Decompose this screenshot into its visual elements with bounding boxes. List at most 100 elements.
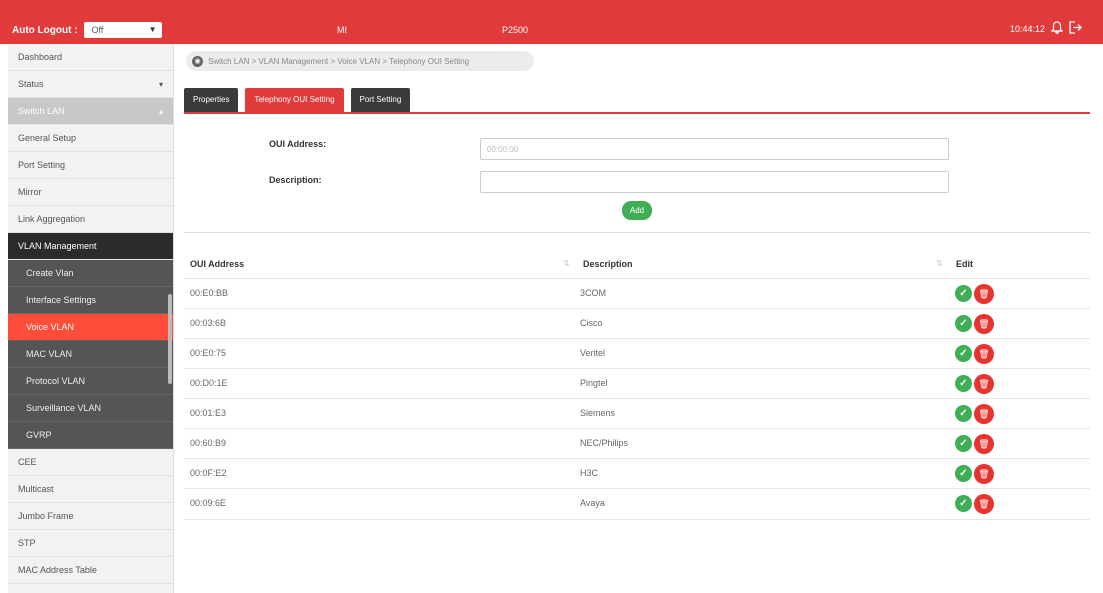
edit-icon[interactable]: ✓	[955, 375, 972, 392]
top-bar: Auto Logout : Off ▼ MI P2500 10:44:12	[0, 0, 1103, 44]
chevron-up-icon: ▴	[158, 107, 163, 116]
table-row: 00:D0:1E Pingtel ✓ 🗑	[184, 368, 1090, 398]
breadcrumb-text: Switch LAN > VLAN Management > Voice VLA…	[208, 56, 470, 66]
column-header-edit: Edit	[956, 259, 973, 269]
sidebar-item-protocol-vlan[interactable]: Protocol VLAN	[8, 368, 173, 395]
column-header-oui-address[interactable]: OUI Address	[190, 259, 244, 269]
logout-icon[interactable]	[1069, 21, 1083, 36]
table-row: 00:09:6E Avaya ✓ 🗑	[184, 488, 1090, 518]
description-input[interactable]	[480, 171, 949, 193]
sidebar-item-surveillance-vlan[interactable]: Surveillance VLAN	[8, 395, 173, 422]
table-row: 00:E0:75 Veritel ✓ 🗑	[184, 338, 1090, 368]
delete-icon[interactable]: 🗑	[974, 314, 994, 334]
sidebar-item-label: Surveillance VLAN	[26, 403, 102, 413]
edit-actions: ✓ 🗑	[955, 464, 994, 484]
sidebar-item-status[interactable]: Status ▾	[8, 71, 173, 98]
delete-icon[interactable]: 🗑	[974, 374, 994, 394]
sidebar-item-switch-lan[interactable]: Switch LAN ▴	[8, 98, 173, 125]
edit-actions: ✓ 🗑	[955, 344, 994, 364]
sidebar-item-create-vlan[interactable]: Create Vlan	[8, 260, 173, 287]
table-row: 00:03:6B Cisco ✓ 🗑	[184, 308, 1090, 338]
tab-port-setting[interactable]: Port Setting	[350, 88, 411, 112]
oui-cell: 00:E0:BB	[190, 288, 229, 298]
description-cell: Veritel	[580, 348, 606, 358]
delete-icon[interactable]: 🗑	[974, 434, 994, 454]
delete-icon[interactable]: 🗑	[974, 494, 994, 514]
sidebar-item-mac-address-table[interactable]: MAC Address Table	[8, 557, 173, 584]
sidebar-item-general-setup[interactable]: General Setup	[8, 125, 173, 152]
sidebar-item-label: GVRP	[26, 430, 52, 440]
oui-address-label: OUI Address:	[269, 139, 327, 149]
oui-address-input[interactable]	[480, 138, 949, 160]
sidebar-item-gvrp[interactable]: GVRP	[8, 422, 173, 449]
edit-icon[interactable]: ✓	[955, 405, 972, 422]
edit-icon[interactable]: ✓	[955, 285, 972, 302]
sidebar-item-label: Voice VLAN	[26, 322, 75, 332]
sidebar-item-label: General Setup	[18, 133, 77, 143]
header-device: P2500	[502, 25, 529, 35]
tab-telephony-oui-setting[interactable]: Telephony OUI Setting	[245, 88, 344, 112]
table-row: 00:E0:BB 3COM ✓ 🗑	[184, 278, 1090, 308]
add-button[interactable]: Add	[622, 201, 652, 220]
sort-icon[interactable]: ⇅	[563, 259, 570, 268]
sidebar-item-vlan-management[interactable]: VLAN Management	[8, 233, 173, 260]
edit-icon[interactable]: ✓	[955, 345, 972, 362]
sidebar-item-label: Interface Settings	[26, 295, 97, 305]
sidebar-item-jumbo-frame[interactable]: Jumbo Frame	[8, 503, 173, 530]
auto-logout: Auto Logout : Off ▼	[12, 22, 162, 38]
oui-cell: 00:60:B9	[190, 438, 227, 448]
edit-icon[interactable]: ✓	[955, 465, 972, 482]
description-cell: Cisco	[580, 318, 603, 328]
tab-bar: Properties Telephony OUI Setting Port Se…	[184, 88, 411, 112]
form-divider	[184, 232, 1090, 233]
sidebar: Dashboard Status ▾ Switch LAN ▴ General Se…	[8, 44, 174, 593]
sidebar-item-label: VLAN Management	[18, 241, 97, 251]
sidebar-item-interface-settings[interactable]: Interface Settings	[8, 287, 173, 314]
column-header-description[interactable]: Description	[583, 259, 633, 269]
table-row: 00:0F:E2 H3C ✓ 🗑	[184, 458, 1090, 488]
sidebar-item-mac-vlan[interactable]: MAC VLAN	[8, 341, 173, 368]
delete-icon[interactable]: 🗑	[974, 404, 994, 424]
sidebar-item-stp[interactable]: STP	[8, 530, 173, 557]
delete-icon[interactable]: 🗑	[974, 464, 994, 484]
description-cell: Pingtel	[580, 378, 608, 388]
sidebar-item-label: Link Aggregation	[18, 214, 86, 224]
edit-icon[interactable]: ✓	[955, 495, 972, 512]
sidebar-item-mirror[interactable]: Mirror	[8, 179, 173, 206]
breadcrumb: ◉ Switch LAN > VLAN Management > Voice V…	[186, 51, 534, 71]
description-cell: Avaya	[580, 498, 605, 508]
sort-icon[interactable]: ⇅	[936, 259, 943, 268]
home-icon[interactable]: ◉	[192, 55, 203, 67]
sidebar-item-voice-vlan[interactable]: Voice VLAN	[8, 314, 173, 341]
auto-logout-value: Off	[91, 25, 104, 35]
edit-actions: ✓ 🗑	[955, 494, 994, 514]
description-cell: H3C	[580, 468, 599, 478]
sidebar-item-label: Switch LAN	[18, 106, 65, 116]
edit-actions: ✓ 🗑	[955, 434, 994, 454]
clock: 10:44:12	[1009, 23, 1045, 34]
sidebar-item-label: Mirror	[18, 187, 42, 197]
oui-cell: 00:0F:E2	[190, 468, 227, 478]
sidebar-item-cee[interactable]: CEE	[8, 449, 173, 476]
edit-icon[interactable]: ✓	[955, 435, 972, 452]
edit-icon[interactable]: ✓	[955, 315, 972, 332]
oui-cell: 00:E0:75	[190, 348, 227, 358]
sidebar-item-port-setting[interactable]: Port Setting	[8, 152, 173, 179]
sidebar-item-label: STP	[18, 538, 36, 548]
sidebar-item-dashboard[interactable]: Dashboard	[8, 44, 173, 71]
description-cell: Siemens	[580, 408, 616, 418]
table-bottom-border	[184, 519, 1090, 520]
sidebar-item-multicast[interactable]: Multicast	[8, 476, 173, 503]
sidebar-item-label: Create Vlan	[26, 268, 74, 278]
sidebar-item-label: Multicast	[18, 484, 54, 494]
sidebar-item-label: Dashboard	[18, 52, 63, 62]
oui-cell: 00:D0:1E	[190, 378, 228, 388]
sidebar-scrollbar[interactable]	[168, 294, 172, 384]
tab-properties[interactable]: Properties	[184, 88, 239, 112]
auto-logout-label: Auto Logout :	[12, 24, 78, 36]
delete-icon[interactable]: 🗑	[974, 284, 994, 304]
bell-icon[interactable]	[1050, 21, 1064, 36]
auto-logout-select[interactable]: Off ▼	[83, 22, 162, 38]
sidebar-item-link-aggregation[interactable]: Link Aggregation	[8, 206, 173, 233]
delete-icon[interactable]: 🗑	[974, 344, 994, 364]
